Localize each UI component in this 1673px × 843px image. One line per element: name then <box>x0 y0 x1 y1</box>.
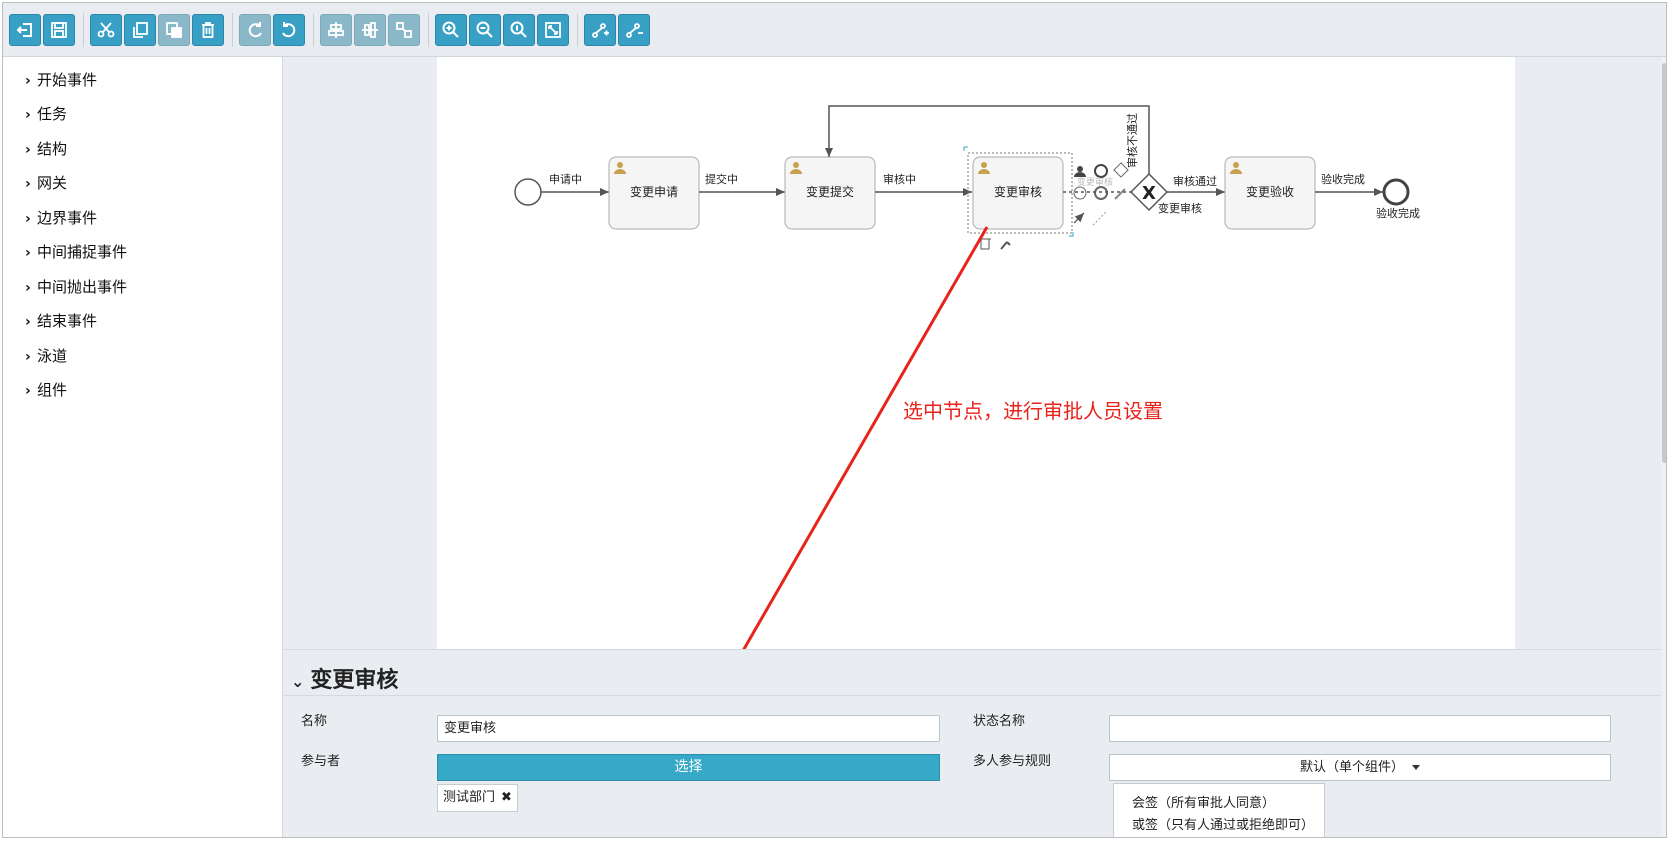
select-participant-button[interactable]: 选择 <box>437 754 940 781</box>
task-label: 变更审核 <box>994 184 1042 199</box>
name-field[interactable]: 变更审核 <box>437 715 940 742</box>
annotation-text: 选中节点，进行审批人员设置 <box>903 399 1163 423</box>
flow-label-applying: 申请中 <box>549 173 582 186</box>
wrench-icon[interactable] <box>1000 241 1011 250</box>
append-end-event-icon[interactable] <box>1094 164 1108 178</box>
task-label: 变更提交 <box>806 184 854 199</box>
gateway-x-icon: X <box>1142 183 1156 204</box>
gateway-label: 变更审核 <box>1158 201 1202 215</box>
participant-tag-label: 测试部门 <box>443 790 496 805</box>
divider <box>283 695 1661 696</box>
connect-arrow-icon[interactable] <box>1073 212 1085 224</box>
flow-label-accept-done: 验收完成 <box>1321 172 1365 186</box>
ghost-label: 变更审核 <box>1077 176 1113 188</box>
start-event[interactable] <box>514 178 542 206</box>
end-event[interactable] <box>1382 178 1410 206</box>
dropdown-option-or-sign[interactable]: 或签（只有人通过或拒绝即可） <box>1132 814 1314 833</box>
flow-label-submitting: 提交中 <box>705 172 738 186</box>
scrollbar-thumb[interactable] <box>1662 63 1666 463</box>
multi-rule-value: 默认（单个组件） <box>1299 760 1404 775</box>
flow-label-approved: 审核通过 <box>1173 174 1217 188</box>
chevron-down-icon: ⌄ <box>291 672 305 691</box>
participant-tag: 测试部门 ✖ <box>437 784 518 812</box>
properties-panel: ⌄ 变更审核 名称 变更审核 状态名称 参与者 选择 测试部门 ✖ 多人参与规则 默… <box>283 649 1661 837</box>
multi-rule-select[interactable]: 默认（单个组件） <box>1109 754 1611 781</box>
end-event-label: 验收完成 <box>1376 206 1420 220</box>
append-user-task-icon[interactable] <box>1074 166 1086 177</box>
append-event-icon[interactable] <box>1094 186 1108 200</box>
name-label: 名称 <box>301 714 328 729</box>
caret-down-icon <box>1412 765 1420 770</box>
properties-header[interactable]: ⌄ 变更审核 <box>291 662 398 694</box>
multi-rule-dropdown: 会签（所有审批人同意） 或签（只有人通过或拒绝即可） <box>1113 783 1325 837</box>
flow-label-reviewing: 审核中 <box>883 172 916 186</box>
task-review[interactable]: 变更审核 <box>972 156 1064 230</box>
flow-label-rejected: 审核不通过 <box>1125 113 1139 168</box>
multi-rule-label: 多人参与规则 <box>973 754 1052 769</box>
task-submit[interactable]: 变更提交 <box>784 156 876 230</box>
task-accept[interactable]: 变更验收 <box>1224 156 1316 230</box>
task-label: 变更验收 <box>1246 184 1294 199</box>
append-intermediate-event-icon[interactable] <box>1073 186 1087 200</box>
properties-title: 变更审核 <box>310 668 399 693</box>
state-name-label: 状态名称 <box>973 714 1026 729</box>
task-label: 变更申请 <box>630 184 678 199</box>
dropdown-option-countersign[interactable]: 会签（所有审批人同意） <box>1132 792 1275 811</box>
state-name-field[interactable] <box>1109 715 1611 742</box>
app-window: › 开始事件 › 任务 › 结构 › 网关 › 边界事件 › 中间捕捉事件 › 中间抛出事件 … <box>2 2 1667 838</box>
remove-tag-icon[interactable]: ✖ <box>501 790 512 805</box>
association-icon[interactable] <box>1092 210 1108 226</box>
task-apply[interactable]: 变更申请 <box>608 156 700 230</box>
participant-label: 参与者 <box>301 754 341 769</box>
wrench-icon[interactable] <box>1114 188 1126 200</box>
